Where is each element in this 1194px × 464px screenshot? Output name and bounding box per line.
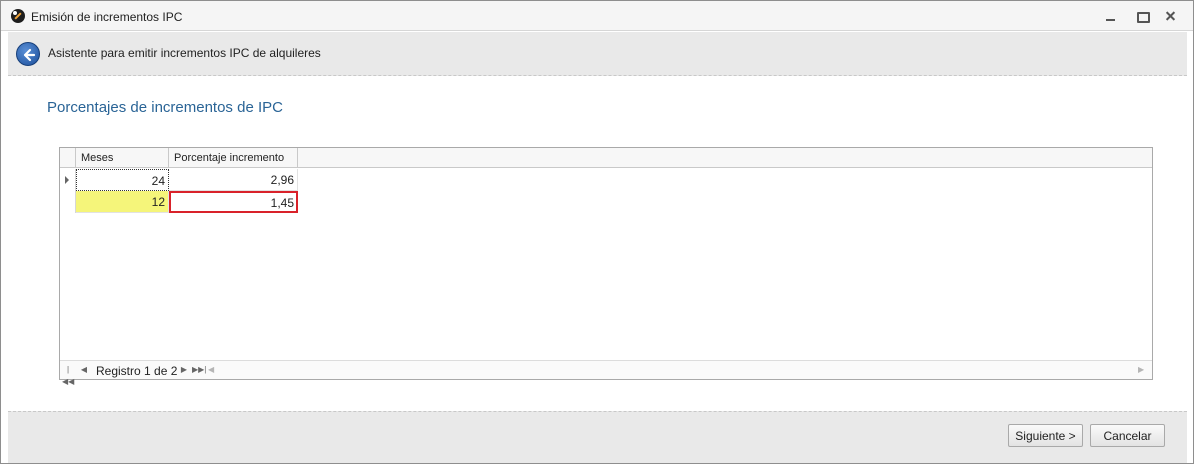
title-bar: Emisión de incrementos IPC <box>1 1 1193 31</box>
cancel-button[interactable]: Cancelar <box>1090 424 1165 447</box>
record-navigator: |◀◀ ◀ Registro 1 de 2 ▶ ▶▶| ◀ ▶ <box>60 360 1152 386</box>
prev-record-icon[interactable]: ◀ <box>78 364 90 376</box>
wizard-footer: Siguiente > Cancelar <box>8 411 1187 463</box>
row-indicator <box>60 191 76 213</box>
current-row-indicator-icon <box>60 169 76 191</box>
grid-header: Meses Porcentaje incremento <box>60 148 1152 168</box>
table-row[interactable]: 24 2,96 <box>60 169 298 191</box>
cell-meses[interactable]: 24 <box>76 169 169 191</box>
first-record-icon[interactable]: |◀◀ <box>62 364 74 386</box>
cell-meses[interactable]: 12 <box>76 191 169 213</box>
scroll-left-icon[interactable]: ◀ <box>208 365 214 374</box>
next-button[interactable]: Siguiente > <box>1008 424 1083 447</box>
column-header-meses[interactable]: Meses <box>76 148 169 168</box>
row-indicator-header <box>60 148 76 168</box>
record-counter: Registro 1 de 2 <box>96 364 178 378</box>
wizard-content: Porcentajes de incrementos de IPC Meses … <box>8 77 1187 411</box>
cell-porcentaje[interactable]: 2,96 <box>169 169 298 191</box>
column-header-porcentaje[interactable]: Porcentaje incremento <box>169 148 298 168</box>
dialog-window: Emisión de incrementos IPC Asistente par… <box>0 0 1194 464</box>
ipc-grid[interactable]: Meses Porcentaje incremento 24 2,96 12 1… <box>59 147 1153 386</box>
next-record-icon[interactable]: ▶ <box>178 364 190 376</box>
minimize-icon[interactable] <box>1102 7 1120 25</box>
close-icon[interactable] <box>1162 7 1180 25</box>
table-row[interactable]: 12 1,45 <box>60 191 298 213</box>
wizard-title: Asistente para emitir incrementos IPC de… <box>48 46 321 60</box>
app-logo-icon <box>11 9 25 23</box>
maximize-icon[interactable] <box>1133 7 1151 25</box>
back-arrow-icon[interactable] <box>16 42 40 66</box>
scroll-right-icon[interactable]: ▶ <box>1138 365 1144 374</box>
cell-porcentaje[interactable]: 1,45 <box>169 191 298 213</box>
section-title: Porcentajes de incrementos de IPC <box>47 99 283 116</box>
last-record-icon[interactable]: ▶▶| <box>192 364 206 376</box>
wizard-header: Asistente para emitir incrementos IPC de… <box>8 32 1187 76</box>
window-title: Emisión de incrementos IPC <box>31 10 183 24</box>
